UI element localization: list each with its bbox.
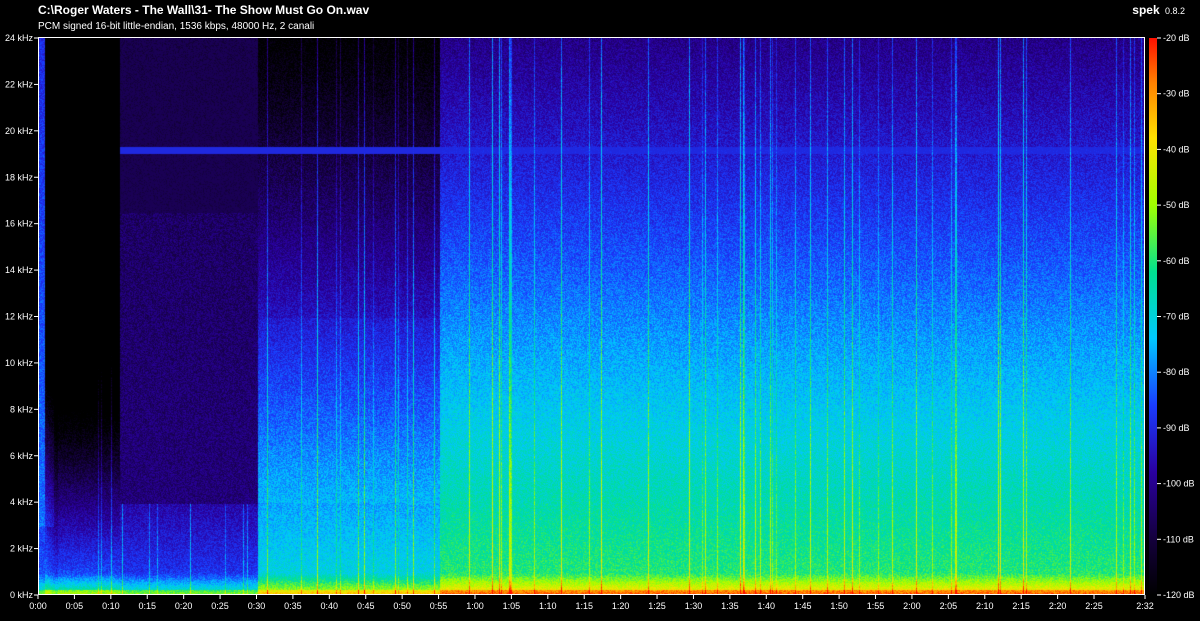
x-tick-label: 0:35 — [284, 601, 302, 611]
y-tick-label: 8 kHz — [10, 404, 34, 414]
db-tick-label: -50 dB — [1163, 200, 1190, 210]
x-tick-label: 0:05 — [66, 601, 84, 611]
x-tick-label: 1:20 — [612, 601, 630, 611]
x-tick-label: 1:35 — [721, 601, 739, 611]
x-tick-label: 2:20 — [1049, 601, 1067, 611]
x-tick-label: 0:45 — [357, 601, 375, 611]
y-tick-label: 12 kHz — [5, 312, 34, 322]
x-tick-label: 1:30 — [685, 601, 703, 611]
y-tick-label: 22 kHz — [5, 79, 34, 89]
x-tick-label: 0:10 — [102, 601, 120, 611]
db-tick-label: -80 dB — [1163, 367, 1190, 377]
db-tick-label: -30 dB — [1163, 89, 1190, 99]
db-tick-label: -100 dB — [1163, 479, 1195, 489]
x-tick-label: 0:25 — [211, 601, 229, 611]
x-tick-label: 2:10 — [976, 601, 994, 611]
db-tick-label: -120 dB — [1163, 590, 1195, 600]
y-tick-label: 18 kHz — [5, 172, 34, 182]
x-tick-label: 1:15 — [575, 601, 593, 611]
x-tick-label: 1:45 — [794, 601, 812, 611]
x-tick-label: 1:50 — [830, 601, 848, 611]
x-tick-label: 2:00 — [903, 601, 921, 611]
x-tick-label: 2:25 — [1085, 601, 1103, 611]
y-tick-label: 10 kHz — [5, 358, 34, 368]
x-tick-label: 0:55 — [430, 601, 448, 611]
y-tick-label: 6 kHz — [10, 451, 34, 461]
x-tick-label: 2:05 — [940, 601, 958, 611]
y-tick-label: 0 kHz — [10, 590, 34, 600]
x-tick-label: 0:40 — [321, 601, 339, 611]
x-tick-label: 0:00 — [29, 601, 47, 611]
x-tick-label: 2:15 — [1012, 601, 1030, 611]
db-tick-label: -40 dB — [1163, 144, 1190, 154]
db-tick-label: -70 dB — [1163, 312, 1190, 322]
db-tick-label: -60 dB — [1163, 256, 1190, 266]
y-tick-label: 4 kHz — [10, 497, 34, 507]
x-tick-label: 1:40 — [758, 601, 776, 611]
y-tick-label: 20 kHz — [5, 126, 34, 136]
y-tick-label: 2 kHz — [10, 544, 34, 554]
y-tick-label: 24 kHz — [5, 33, 34, 43]
y-tick-label: 14 kHz — [5, 265, 34, 275]
spectrogram-axes: 0 kHz 2 kHz 4 kHz 6 kHz 8 kHz 10 kHz 12 kHz 14 … — [5, 33, 1195, 611]
x-tick-label: 0:20 — [175, 601, 193, 611]
db-tick-label: -110 dB — [1163, 534, 1194, 544]
x-tick-label: 1:05 — [503, 601, 521, 611]
x-tick-label: 0:30 — [248, 601, 266, 611]
x-tick-label: 1:00 — [466, 601, 484, 611]
x-tick-label: 1:25 — [648, 601, 666, 611]
db-tick-label: -20 dB — [1163, 33, 1190, 43]
y-tick-label: 16 kHz — [5, 219, 34, 229]
x-tick-label: 0:50 — [393, 601, 411, 611]
x-tick-label: 1:10 — [539, 601, 557, 611]
db-tick-label: -90 dB — [1163, 423, 1190, 433]
x-tick-label: 1:55 — [867, 601, 885, 611]
x-end-label: 2:32 — [1136, 601, 1154, 611]
color-scale-bar — [1149, 38, 1157, 595]
x-tick-label: 0:15 — [138, 601, 156, 611]
